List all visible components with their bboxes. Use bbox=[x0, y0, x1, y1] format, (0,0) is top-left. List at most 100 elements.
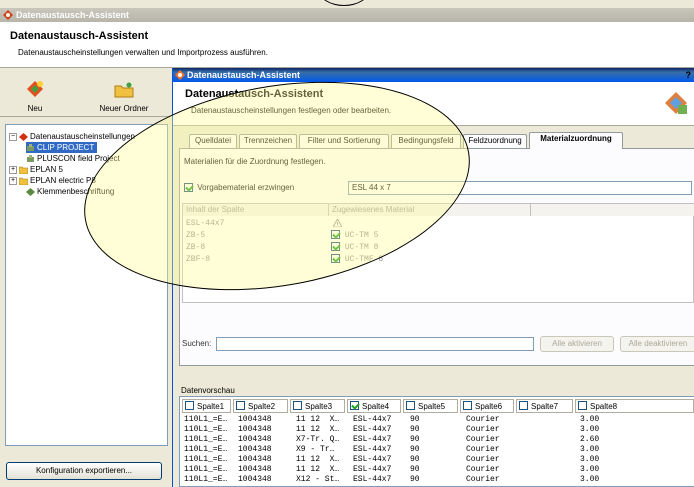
preview-cell[interactable]: X12 - St… bbox=[296, 475, 339, 484]
preview-cell[interactable]: 11 12 X… bbox=[296, 425, 339, 434]
preview-cell[interactable]: 90 bbox=[410, 455, 420, 464]
preview-cell[interactable]: 1004348 bbox=[238, 475, 272, 484]
preview-cell[interactable]: 3.00 bbox=[580, 475, 599, 484]
tab-materialzuordnung[interactable]: Materialzuordnung bbox=[529, 132, 623, 149]
settings-tree[interactable]: − Datenaustauscheinstellungen CLIP PROJEC… bbox=[5, 124, 168, 446]
preview-column-header[interactable]: Spalte4 bbox=[347, 399, 401, 413]
preview-cell[interactable]: 110L1_=E… bbox=[184, 435, 227, 444]
preview-cell[interactable]: 90 bbox=[410, 425, 420, 434]
checkbox-icon[interactable] bbox=[184, 183, 193, 193]
preview-cell[interactable]: 90 bbox=[410, 475, 420, 484]
expand-icon[interactable]: + bbox=[9, 176, 17, 185]
preview-cell[interactable]: ESL-44x7 bbox=[353, 445, 391, 454]
tree-folder-eplan-p8[interactable]: + EPLAN electric P8 bbox=[9, 175, 96, 186]
preview-cell[interactable]: 110L1_=E… bbox=[184, 415, 227, 424]
deactivate-all-button[interactable]: Alle deaktivieren bbox=[620, 336, 694, 352]
preview-cell[interactable]: 110L1_=E… bbox=[184, 425, 227, 434]
tree-folder-eplan5[interactable]: + EPLAN 5 bbox=[9, 164, 63, 175]
preview-cell[interactable]: 90 bbox=[410, 415, 420, 424]
preview-column-header[interactable]: Spalte5 bbox=[403, 399, 458, 413]
preview-column-header[interactable]: Spalte6 bbox=[460, 399, 514, 413]
column-checkbox[interactable] bbox=[463, 401, 472, 410]
preview-cell[interactable]: ESL-44x7 bbox=[353, 465, 391, 474]
preview-cell[interactable]: 11 12 X… bbox=[296, 415, 339, 424]
expand-icon[interactable]: + bbox=[9, 165, 17, 174]
preview-cell[interactable]: X9 - Tr… bbox=[296, 445, 334, 454]
preview-cell[interactable]: 90 bbox=[410, 435, 420, 444]
tree-item-pluscon[interactable]: PLUSCON field Project bbox=[26, 153, 120, 164]
grid-header-material[interactable]: Zugewiesenes Material bbox=[329, 204, 531, 216]
column-checkbox[interactable] bbox=[236, 401, 245, 410]
tree-item-clip-project[interactable]: CLIP PROJECT bbox=[26, 142, 98, 153]
column-checkbox[interactable] bbox=[350, 401, 359, 410]
preview-cell[interactable]: 2.60 bbox=[580, 435, 599, 444]
help-button[interactable]: ? bbox=[686, 68, 692, 82]
tab-quelldatei[interactable]: Quelldatei bbox=[189, 134, 237, 148]
preview-cell[interactable]: Courier bbox=[466, 435, 500, 444]
preview-cell[interactable]: 90 bbox=[410, 445, 420, 454]
preview-column-header[interactable]: Spalte7 bbox=[516, 399, 573, 413]
preview-cell[interactable]: 1004348 bbox=[238, 415, 272, 424]
preview-cell[interactable]: 90 bbox=[410, 465, 420, 474]
preview-cell[interactable]: 1004348 bbox=[238, 435, 272, 444]
preview-cell[interactable]: 1004348 bbox=[238, 445, 272, 454]
preview-cell[interactable]: Courier bbox=[466, 465, 500, 474]
export-config-button[interactable]: Konfiguration exportieren... bbox=[6, 462, 162, 480]
column-checkbox[interactable] bbox=[293, 401, 302, 410]
grid-cell-material[interactable]: UC-TM 8 bbox=[331, 242, 378, 253]
preview-cell[interactable]: 3.00 bbox=[580, 445, 599, 454]
preview-cell[interactable]: ESL-44x7 bbox=[353, 455, 391, 464]
tab-filter-sortierung[interactable]: Filter und Sortierung bbox=[299, 134, 389, 148]
collapse-icon[interactable]: − bbox=[9, 132, 17, 141]
tab-feldzuordnung[interactable]: Feldzuordnung bbox=[463, 134, 527, 148]
preview-cell[interactable]: 1004348 bbox=[238, 465, 272, 474]
preview-table[interactable]: Spalte1 Spalte2 Spalte3 Spalte4 Spalte5 … bbox=[179, 396, 694, 487]
preview-cell[interactable]: ESL-44x7 bbox=[353, 435, 391, 444]
default-material-field[interactable]: ESL 44 x 7 bbox=[348, 181, 692, 195]
new-button[interactable]: Neu bbox=[10, 80, 60, 120]
tab-trennzeichen[interactable]: Trennzeichen bbox=[239, 134, 297, 148]
grid-cell-content[interactable]: ZB-5 bbox=[186, 230, 205, 241]
preview-cell[interactable]: ESL-44x7 bbox=[353, 425, 391, 434]
grid-cell-content[interactable]: ZBF-8 bbox=[186, 254, 210, 265]
column-checkbox[interactable] bbox=[519, 401, 528, 410]
tree-root[interactable]: − Datenaustauscheinstellungen bbox=[9, 131, 135, 142]
preview-cell[interactable]: Courier bbox=[466, 455, 500, 464]
outer-titlebar[interactable]: Datenaustausch-Assistent bbox=[0, 8, 694, 22]
column-checkbox[interactable] bbox=[406, 401, 415, 410]
preview-cell[interactable]: 3.00 bbox=[580, 465, 599, 474]
grid-cell-content[interactable]: ZB-8 bbox=[186, 242, 205, 253]
preview-cell[interactable]: 3.00 bbox=[580, 425, 599, 434]
material-grid[interactable]: Inhalt der Spalte Zugewiesenes Material … bbox=[182, 203, 694, 303]
preview-cell[interactable]: 11 12 X… bbox=[296, 465, 339, 474]
preview-cell[interactable]: 3.00 bbox=[580, 455, 599, 464]
tree-item-klemmenbeschriftung[interactable]: Klemmenbeschriftung bbox=[26, 186, 114, 197]
preview-column-header[interactable]: Spalte3 bbox=[290, 399, 345, 413]
preview-cell[interactable]: 3.00 bbox=[580, 415, 599, 424]
preview-cell[interactable]: 1004348 bbox=[238, 455, 272, 464]
preview-column-header[interactable]: Spalte2 bbox=[233, 399, 288, 413]
preview-cell[interactable]: ESL-44x7 bbox=[353, 475, 391, 484]
grid-cell-content[interactable]: ESL-44x7 bbox=[186, 218, 224, 229]
preview-column-header[interactable]: Spalte1 bbox=[182, 399, 231, 413]
preview-cell[interactable]: 110L1_=E… bbox=[184, 465, 227, 474]
preview-cell[interactable]: X7-Tr. Q… bbox=[296, 435, 339, 444]
activate-all-button[interactable]: Alle aktivieren bbox=[540, 336, 614, 352]
preview-column-header[interactable]: Spalte8 bbox=[575, 399, 694, 413]
search-input[interactable] bbox=[216, 337, 534, 351]
new-folder-button[interactable]: Neuer Ordner bbox=[84, 80, 164, 120]
preview-cell[interactable]: 110L1_=E… bbox=[184, 455, 227, 464]
preview-cell[interactable]: 110L1_=E… bbox=[184, 445, 227, 454]
column-checkbox[interactable] bbox=[578, 401, 587, 410]
grid-cell-material[interactable]: UC-TMF 8 bbox=[331, 254, 383, 265]
preview-cell[interactable]: Courier bbox=[466, 415, 500, 424]
column-checkbox[interactable] bbox=[185, 401, 194, 410]
preview-cell[interactable]: 11 12 X… bbox=[296, 455, 339, 464]
force-default-checkbox[interactable]: Vorgabematerial erzwingen bbox=[184, 183, 294, 193]
grid-header-content[interactable]: Inhalt der Spalte bbox=[183, 204, 329, 216]
preview-cell[interactable]: Courier bbox=[466, 475, 500, 484]
grid-cell-material[interactable]: UC-TM 5 bbox=[331, 230, 378, 241]
inner-titlebar[interactable]: Datenaustausch-Assistent ? bbox=[173, 68, 694, 82]
preview-cell[interactable]: 1004348 bbox=[238, 425, 272, 434]
preview-cell[interactable]: 110L1_=E… bbox=[184, 475, 227, 484]
